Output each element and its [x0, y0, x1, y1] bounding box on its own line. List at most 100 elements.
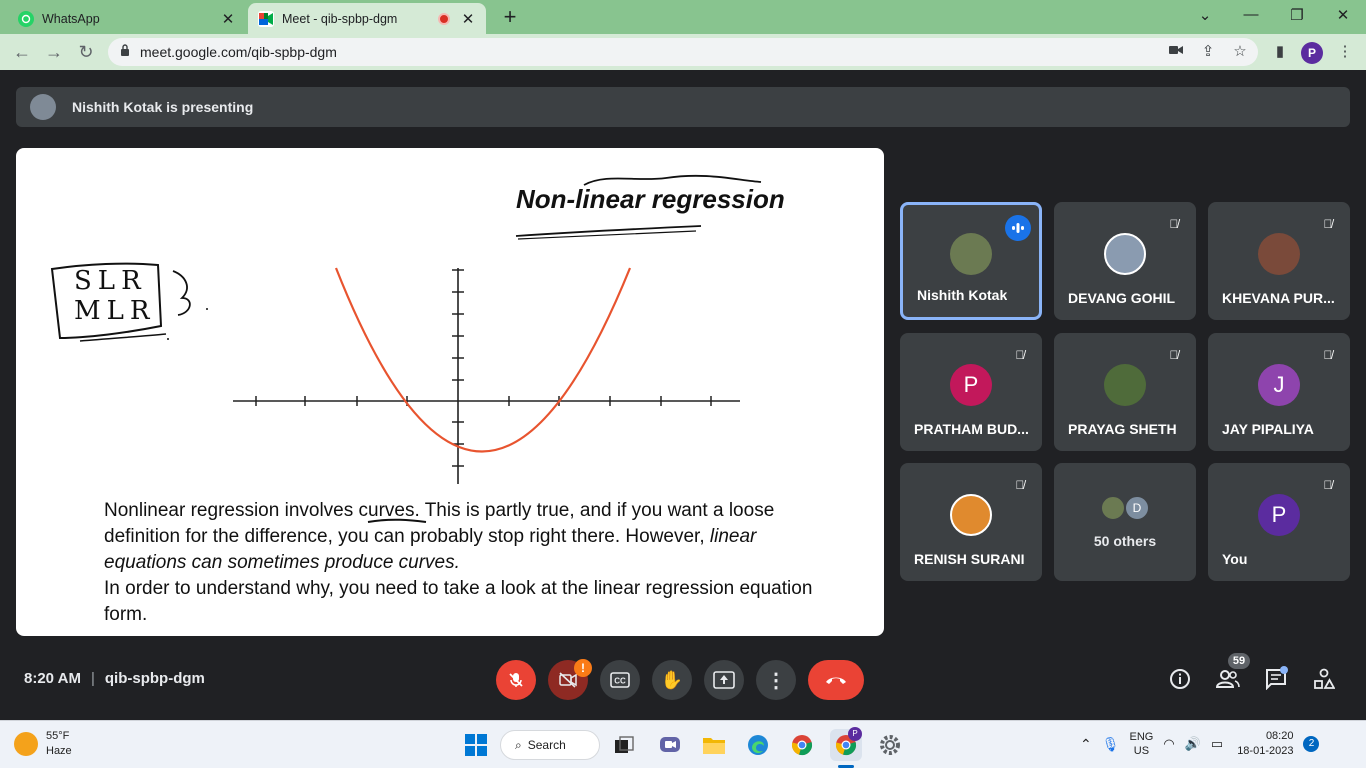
participant-tile[interactable]: 🎙̸ J JAY PIPALIYA [1208, 333, 1350, 451]
annotation-line: MLR [74, 296, 156, 326]
bookmark-star-icon[interactable]: ☆ [1230, 42, 1250, 60]
avatar: P [950, 364, 992, 406]
slide-paragraph: In order to understand why, you need to … [104, 578, 813, 625]
others-tile[interactable]: D 50 others [1054, 463, 1196, 581]
forward-button[interactable]: → [42, 40, 66, 64]
language-indicator[interactable]: ENG US [1130, 730, 1154, 758]
weather-temperature: 55°F [46, 730, 70, 742]
settings-gear-icon[interactable] [874, 729, 906, 761]
more-options-button[interactable]: ⋮ [756, 660, 796, 700]
participant-tile[interactable]: 🎙̸ P PRATHAM BUD... [900, 333, 1042, 451]
chrome-profile-icon[interactable]: P [830, 727, 862, 761]
avatar [1104, 364, 1146, 406]
share-icon[interactable]: ⇪ [1198, 42, 1218, 60]
chevron-up-icon[interactable]: ⌃ [1080, 736, 1092, 753]
others-count: 50 others [1093, 533, 1157, 549]
volume-icon[interactable]: 🔊 [1185, 736, 1201, 752]
teams-chat-icon[interactable] [654, 729, 686, 761]
participant-tile[interactable]: Nishith Kotak [900, 202, 1042, 320]
google-meet-icon [258, 10, 274, 27]
unread-chat-dot [1280, 666, 1288, 674]
profile-avatar[interactable]: P [1301, 42, 1323, 64]
microphone-icon[interactable]: 🎙 [1102, 736, 1120, 753]
chrome-icon[interactable] [786, 729, 818, 761]
wifi-icon[interactable]: ◠ [1163, 736, 1174, 752]
windows-icon [465, 734, 487, 756]
taskbar-search[interactable]: ⌕ Search [500, 730, 600, 760]
parabola-curve [334, 267, 632, 453]
tab-search-icon[interactable]: ⌄ [1190, 6, 1220, 24]
url-text: meet.google.com/qib-spbp-dgm [140, 44, 337, 60]
clock[interactable]: 08:20 18-01-2023 [1237, 729, 1293, 759]
annotation-line: SLR [74, 266, 147, 296]
info-icon [1170, 669, 1190, 689]
participant-tile-self[interactable]: 🎙̸ P You [1208, 463, 1350, 581]
participant-tile[interactable]: 🎙̸ PRAYAG SHETH [1054, 333, 1196, 451]
meeting-details-button[interactable] [1165, 664, 1195, 694]
more-menu-icon[interactable]: ⋮ [1335, 42, 1355, 60]
new-tab-button[interactable]: + [498, 6, 522, 30]
participant-tile[interactable]: 🎙̸ DEVANG GOHIL [1054, 202, 1196, 320]
mic-muted-icon: 🎙̸ [1015, 478, 1025, 492]
task-view-icon[interactable] [608, 729, 640, 761]
avatar: P [1258, 494, 1300, 536]
activities-button[interactable] [1309, 664, 1339, 694]
present-icon [713, 671, 735, 689]
avatar [1258, 233, 1300, 275]
weather-widget[interactable]: 55°F Haze [14, 729, 72, 759]
mic-muted-icon: 🎙̸ [1323, 348, 1333, 362]
reload-button[interactable]: ↻ [74, 40, 98, 64]
meeting-info: 8:20 AM | qib-spbp-dgm [24, 670, 205, 687]
language-secondary: US [1133, 745, 1150, 757]
slide-body-text: Nonlinear regression involves curves. Th… [104, 498, 824, 628]
presenting-banner: Nishith Kotak is presenting [16, 87, 1350, 127]
battery-icon[interactable]: ▭ [1211, 736, 1223, 752]
captions-button[interactable]: CC [600, 660, 640, 700]
raise-hand-button[interactable]: ✋ [652, 660, 692, 700]
minimize-button[interactable]: — [1236, 6, 1266, 23]
participant-tile[interactable]: 🎙̸ RENISH SURANI [900, 463, 1042, 581]
lock-icon [120, 43, 130, 61]
address-bar[interactable]: meet.google.com/qib-spbp-dgm [108, 38, 1258, 66]
captions-icon: CC [610, 672, 630, 688]
clock-time: 08:20 [1265, 730, 1294, 742]
speaking-indicator-icon [1005, 215, 1031, 241]
mic-muted-icon: 🎙̸ [1169, 348, 1179, 362]
more-vert-icon: ⋮ [766, 669, 786, 692]
haze-sun-icon [14, 732, 38, 756]
close-tab-icon[interactable]: ✕ [220, 10, 236, 28]
maximize-button[interactable]: ❐ [1282, 6, 1312, 24]
participant-name: DEVANG GOHIL [1068, 290, 1176, 306]
back-button[interactable]: ← [10, 40, 34, 64]
browser-tab-strip: WhatsApp ✕ Meet - qib-spbp-dgm ✕ + ⌄ — ❐… [0, 0, 1366, 34]
people-count-badge: 59 [1228, 653, 1250, 669]
notification-count-badge[interactable]: 2 [1303, 736, 1320, 752]
avatar: D [1124, 495, 1150, 521]
side-panel-icon[interactable]: ▮ [1270, 42, 1290, 60]
presenter-avatar [30, 94, 56, 120]
edge-browser-icon[interactable] [742, 729, 774, 761]
clock-date: 18-01-2023 [1237, 745, 1294, 757]
mic-muted-icon: 🎙̸ [1169, 217, 1179, 231]
microphone-toggle-button[interactable] [496, 660, 536, 700]
participant-tile[interactable]: 🎙̸ KHEVANA PUR... [1208, 202, 1350, 320]
camera-in-use-icon[interactable] [1166, 42, 1186, 59]
recording-indicator-icon [438, 12, 450, 25]
mic-muted-icon: 🎙̸ [1323, 217, 1333, 231]
svg-text:CC: CC [614, 677, 626, 686]
leave-call-button[interactable] [808, 660, 864, 700]
meeting-time: 8:20 AM [24, 670, 81, 687]
close-tab-icon[interactable]: ✕ [460, 10, 476, 28]
participant-name: You [1222, 551, 1248, 567]
tab-meet[interactable]: Meet - qib-spbp-dgm ✕ [248, 3, 486, 34]
tab-title: WhatsApp [42, 11, 100, 26]
close-window-button[interactable]: ✕ [1328, 6, 1358, 24]
avatar [950, 233, 992, 275]
file-explorer-icon[interactable] [698, 729, 730, 761]
tab-whatsapp[interactable]: WhatsApp ✕ [8, 3, 246, 34]
profile-avatar: P [848, 727, 862, 741]
start-button[interactable] [460, 729, 492, 761]
mic-muted-icon: 🎙̸ [1323, 478, 1333, 492]
present-screen-button[interactable] [704, 660, 744, 700]
activities-icon [1314, 668, 1335, 689]
